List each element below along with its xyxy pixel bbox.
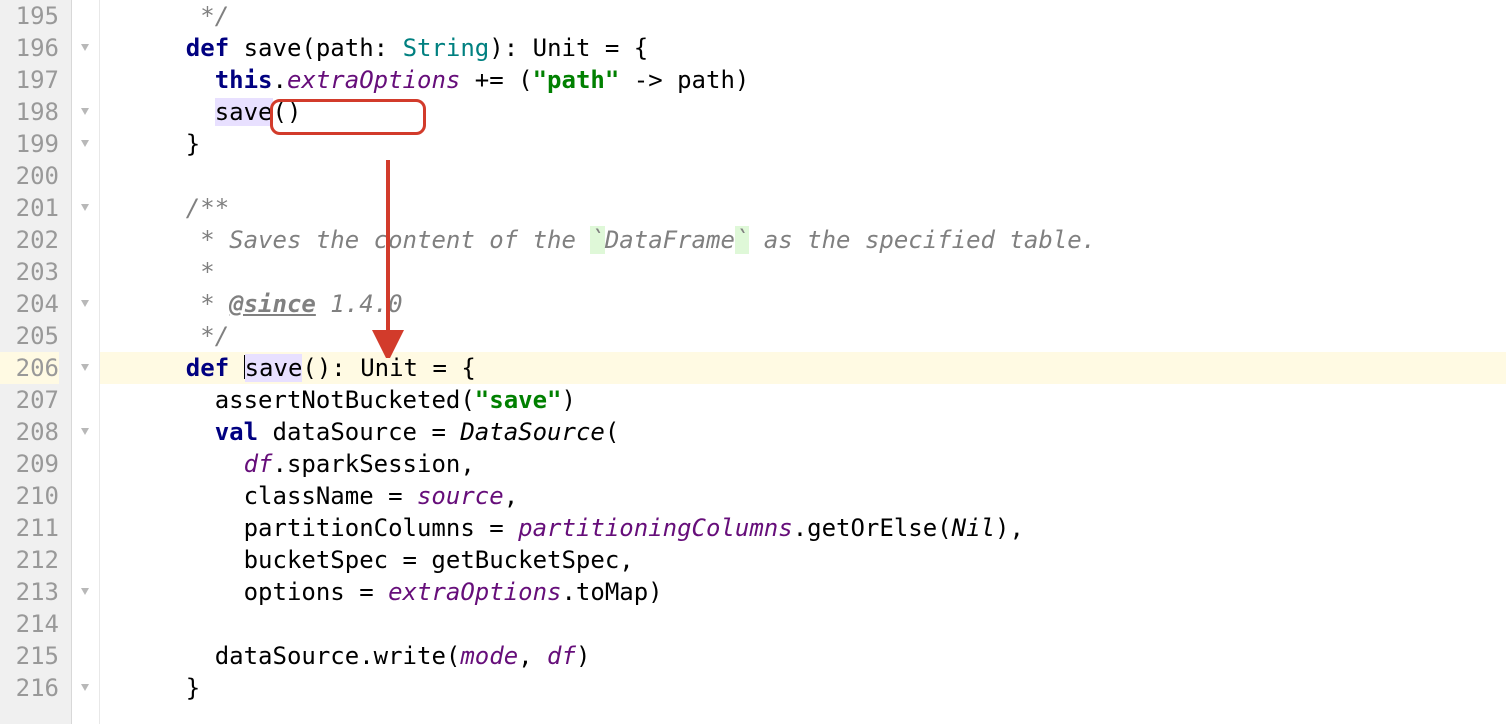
fold-toggle-icon[interactable]: [78, 681, 92, 695]
code-line[interactable]: df.sparkSession,: [100, 448, 1506, 480]
code-line[interactable]: }: [100, 672, 1506, 704]
code-line[interactable]: [100, 160, 1506, 192]
code-line[interactable]: partitionColumns = partitioningColumns.g…: [100, 512, 1506, 544]
code-area[interactable]: */ def save(path: String): Unit = { this…: [100, 0, 1506, 724]
fold-toggle-icon[interactable]: [78, 585, 92, 599]
line-number: 196: [0, 32, 59, 64]
line-number: 211: [0, 512, 59, 544]
line-number: 198: [0, 96, 59, 128]
line-number: 215: [0, 640, 59, 672]
line-number: 197: [0, 64, 59, 96]
code-line[interactable]: [100, 608, 1506, 640]
fold-toggle-icon[interactable]: [78, 41, 92, 55]
text-caret: [244, 355, 245, 379]
line-number: 213: [0, 576, 59, 608]
line-number: 200: [0, 160, 59, 192]
line-number: 206: [0, 352, 59, 384]
fold-toggle-icon[interactable]: [78, 361, 92, 375]
line-number: 209: [0, 448, 59, 480]
code-editor: 1951961971981992002012022032042052062072…: [0, 0, 1506, 724]
line-number: 214: [0, 608, 59, 640]
code-line[interactable]: dataSource.write(mode, df): [100, 640, 1506, 672]
line-number: 195: [0, 0, 59, 32]
line-number: 204: [0, 288, 59, 320]
code-line[interactable]: options = extraOptions.toMap): [100, 576, 1506, 608]
line-number: 216: [0, 672, 59, 704]
code-line[interactable]: */: [100, 0, 1506, 32]
code-line[interactable]: /**: [100, 192, 1506, 224]
code-line[interactable]: this.extraOptions += ("path" -> path): [100, 64, 1506, 96]
code-line[interactable]: val dataSource = DataSource(: [100, 416, 1506, 448]
code-line[interactable]: * @since 1.4.0: [100, 288, 1506, 320]
code-line[interactable]: className = source,: [100, 480, 1506, 512]
code-line[interactable]: save(): [100, 96, 1506, 128]
line-number: 212: [0, 544, 59, 576]
line-number: 202: [0, 224, 59, 256]
code-line[interactable]: }: [100, 128, 1506, 160]
fold-toggle-icon[interactable]: [78, 201, 92, 215]
line-number: 207: [0, 384, 59, 416]
line-number: 208: [0, 416, 59, 448]
fold-gutter: [72, 0, 100, 724]
fold-toggle-icon[interactable]: [78, 105, 92, 119]
code-line[interactable]: * Saves the content of the `DataFrame` a…: [100, 224, 1506, 256]
fold-toggle-icon[interactable]: [78, 137, 92, 151]
code-line[interactable]: *: [100, 256, 1506, 288]
code-line-active[interactable]: def save(): Unit = {: [100, 352, 1506, 384]
fold-toggle-icon[interactable]: [78, 297, 92, 311]
line-number-gutter: 1951961971981992002012022032042052062072…: [0, 0, 72, 724]
code-line[interactable]: bucketSpec = getBucketSpec,: [100, 544, 1506, 576]
line-number: 199: [0, 128, 59, 160]
line-number: 203: [0, 256, 59, 288]
fold-toggle-icon[interactable]: [78, 425, 92, 439]
line-number: 205: [0, 320, 59, 352]
line-number: 210: [0, 480, 59, 512]
code-line[interactable]: def save(path: String): Unit = {: [100, 32, 1506, 64]
code-line[interactable]: */: [100, 320, 1506, 352]
code-line[interactable]: assertNotBucketed("save"): [100, 384, 1506, 416]
line-number: 201: [0, 192, 59, 224]
